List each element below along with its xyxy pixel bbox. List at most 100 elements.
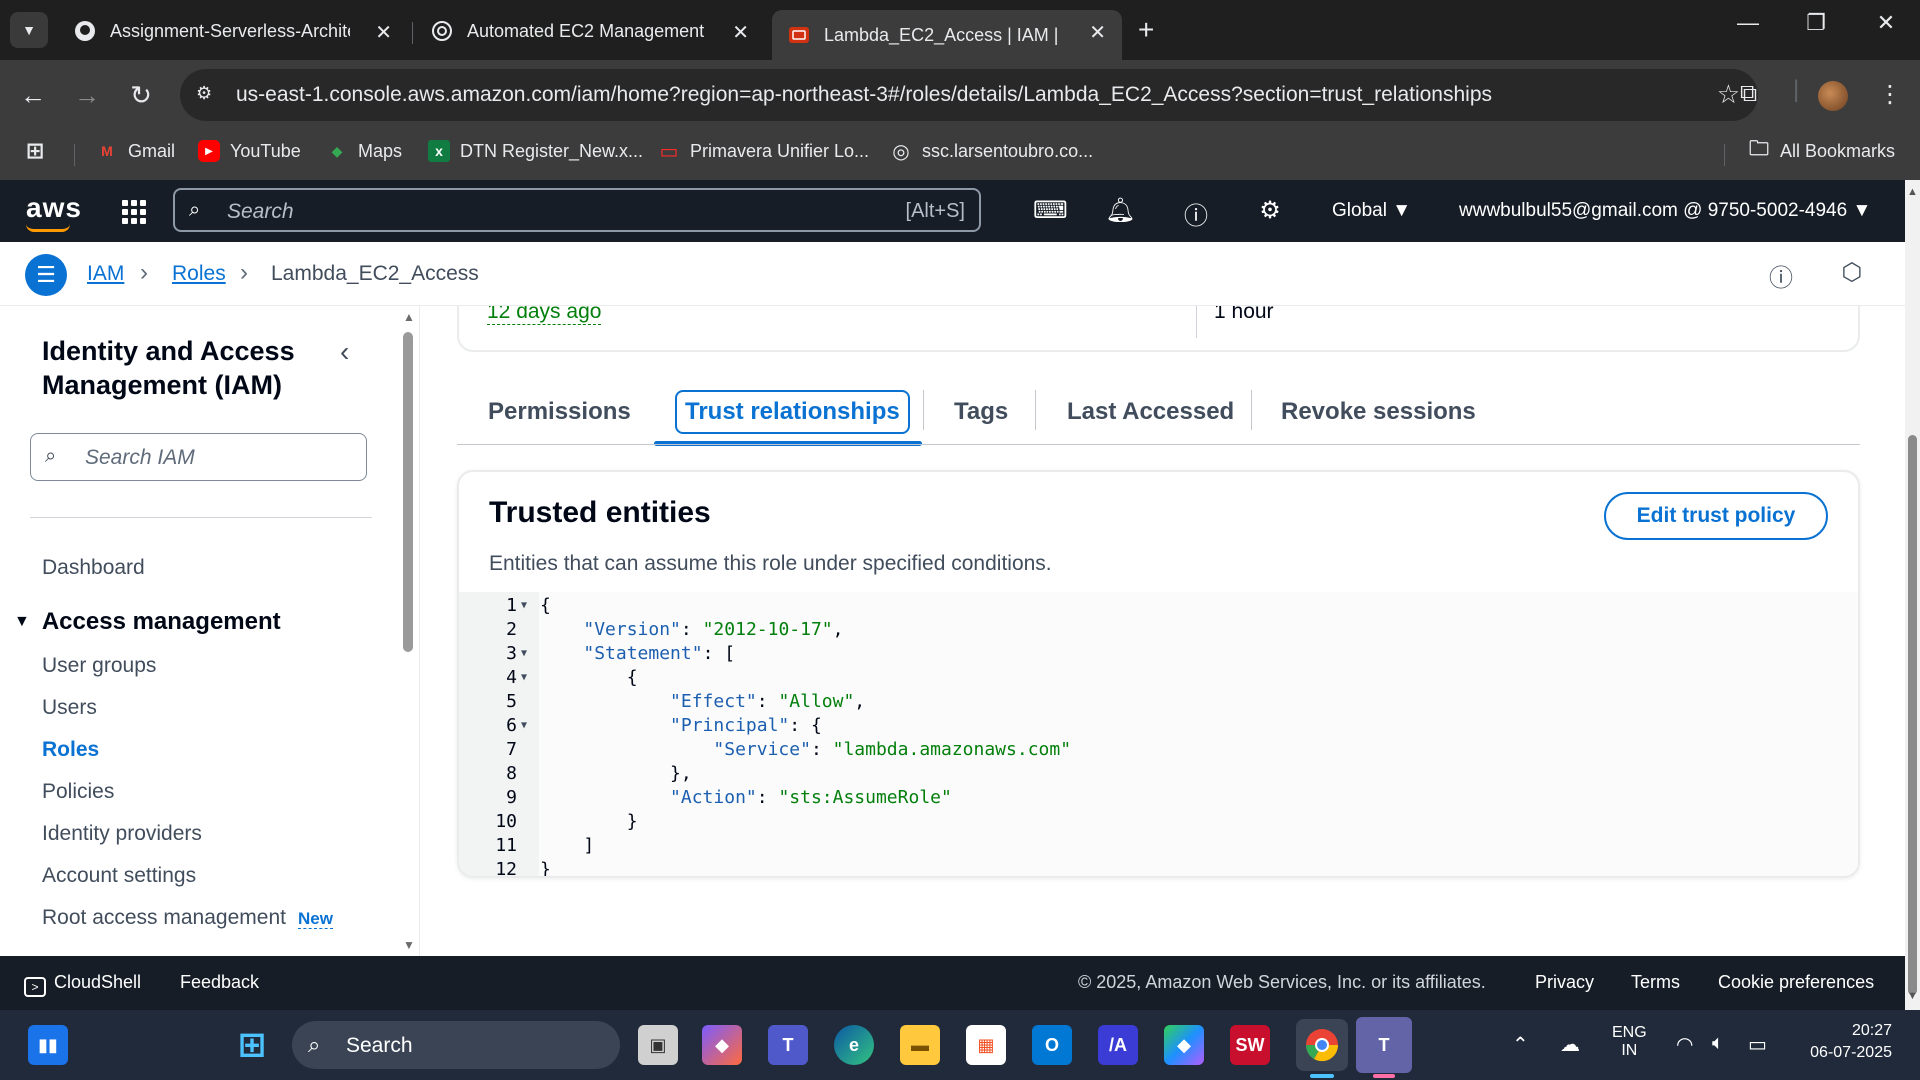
sidebar-item-dashboard[interactable]: Dashboard [42, 556, 145, 580]
widgets-icon[interactable]: ▮▮ [28, 1025, 68, 1065]
services-grid-icon[interactable] [122, 200, 146, 224]
hexagon-settings-icon[interactable]: ⬡ [1838, 258, 1866, 286]
edge-icon[interactable]: e [834, 1025, 874, 1065]
scroll-up-arrow-icon[interactable]: ▲ [403, 310, 415, 324]
minimize-icon[interactable]: — [1718, 10, 1778, 36]
language-indicator[interactable]: ENG IN [1612, 1024, 1647, 1060]
scrollbar-thumb[interactable] [403, 332, 413, 652]
site-info-icon[interactable]: ⚙ [196, 83, 212, 104]
browser-tab-iam-active[interactable]: Lambda_EC2_Access | IAM | Glo ✕ [772, 10, 1122, 60]
account-menu[interactable]: wwwbulbul55@gmail.com @ 9750-5002-4946 ▼ [1459, 200, 1871, 222]
sidebar-item-root-access-management[interactable]: Root access management New [42, 906, 333, 930]
access-management-section[interactable]: ▼ Access management [14, 608, 281, 636]
terms-link[interactable]: Terms [1631, 972, 1680, 993]
cloudshell-footer-button[interactable]: > CloudShell [24, 972, 141, 997]
bookmark-gmail[interactable]: M Gmail [96, 140, 175, 162]
wifi-icon[interactable]: ◠ [1676, 1032, 1693, 1057]
tab-trust-relationships[interactable]: Trust relationships [675, 390, 910, 434]
feedback-link[interactable]: Feedback [180, 972, 259, 993]
aws-logo[interactable]: aws [26, 192, 82, 232]
file-explorer-icon[interactable]: ▬ [900, 1025, 940, 1065]
reload-icon[interactable]: ↻ [126, 80, 156, 111]
info-icon[interactable]: ⓘ [1767, 258, 1795, 292]
bookmark-star-icon[interactable]: ☆ [1717, 79, 1740, 110]
bookmark-primavera[interactable]: ▭ Primavera Unifier Lo... [658, 140, 870, 163]
tab-permissions[interactable]: Permissions [488, 398, 631, 426]
sidebar-item-user-groups[interactable]: User groups [42, 654, 156, 678]
sidebar-item-identity-providers[interactable]: Identity providers [42, 822, 202, 846]
scrollbar-thumb[interactable] [1908, 435, 1917, 995]
tab-revoke-sessions[interactable]: Revoke sessions [1281, 398, 1476, 426]
tab-tags[interactable]: Tags [954, 398, 1008, 426]
clock[interactable]: 20:27 06-07-2025 [1796, 1022, 1892, 1062]
bookmark-ssc[interactable]: ◎ ssc.larsentoubro.co... [890, 140, 1093, 163]
sidebar-item-account-settings[interactable]: Account settings [42, 864, 196, 888]
forward-arrow-icon[interactable]: → [72, 80, 102, 111]
profile-avatar[interactable] [1818, 81, 1848, 111]
all-bookmarks[interactable]: 🗀 All Bookmarks [1748, 138, 1895, 162]
hamburger-menu-icon[interactable]: ☰ [25, 254, 67, 296]
collapse-chevron-left-icon[interactable]: ‹ [340, 336, 349, 368]
battery-icon[interactable]: ▭ [1748, 1032, 1767, 1057]
tab-search-chevron-icon[interactable]: ▼ [10, 12, 48, 48]
solidworks-icon[interactable]: SW [1230, 1025, 1270, 1065]
fold-caret-icon[interactable]: ▼ [521, 594, 527, 618]
scroll-down-arrow-icon[interactable]: ▼ [1907, 990, 1918, 1002]
editor-app-icon[interactable]: /A [1098, 1025, 1138, 1065]
back-arrow-icon[interactable]: ← [18, 80, 48, 111]
region-selector[interactable]: Global ▼ [1332, 200, 1411, 222]
trust-policy-code-viewer[interactable]: 1 ▼{2 "Version": "2012-10-17", 3 ▼ "Stateme… [459, 592, 1858, 876]
apps-grid-icon[interactable]: ⊞ [24, 138, 56, 163]
menu-kebab-icon[interactable]: ⋮ [1878, 80, 1902, 109]
copilot-icon[interactable]: ◆ [702, 1025, 742, 1065]
window-close-icon[interactable]: ✕ [1856, 10, 1916, 36]
address-bar[interactable]: ⚙ us-east-1.console.aws.amazon.com/iam/h… [180, 69, 1758, 121]
fold-caret-icon[interactable]: ▼ [521, 666, 527, 690]
bookmark-maps[interactable]: ◆ Maps [326, 140, 402, 162]
notifications-bell-icon[interactable]: 🔔︎ [1105, 196, 1135, 225]
page-scrollbar[interactable]: ▲ ▼ [1905, 180, 1920, 1010]
fold-caret-icon[interactable]: ▼ [521, 642, 527, 666]
restore-icon[interactable]: ❐ [1786, 10, 1846, 36]
browser-tab-github[interactable]: Assignment-Serverless-Architec ✕ [58, 10, 408, 52]
tab-last-accessed[interactable]: Last Accessed [1067, 398, 1234, 426]
settings-gear-icon[interactable]: ⚙ [1255, 196, 1285, 225]
tab-close-icon[interactable]: ✕ [375, 20, 392, 45]
search-iam-input[interactable]: ⌕ Search IAM [30, 433, 367, 481]
onedrive-icon[interactable]: ☁ [1560, 1032, 1580, 1057]
windows-start-icon[interactable]: ⊞ [232, 1025, 272, 1065]
sidebar-item-policies[interactable]: Policies [42, 780, 114, 804]
scroll-down-arrow-icon[interactable]: ▼ [403, 938, 415, 952]
bookmark-dtn-register[interactable]: x DTN Register_New.x... [428, 140, 643, 162]
tab-close-icon[interactable]: ✕ [1089, 20, 1106, 45]
edit-trust-policy-button[interactable]: Edit trust policy [1604, 492, 1828, 540]
breadcrumb-iam[interactable]: IAM [87, 262, 124, 286]
extensions-icon[interactable]: ⧉ [1740, 80, 1757, 108]
cloudshell-icon[interactable]: ⌨ [1033, 196, 1068, 225]
bookmark-youtube[interactable]: ▶ YouTube [198, 140, 301, 162]
microsoft-store-icon[interactable]: ▦ [966, 1025, 1006, 1065]
outlook-icon[interactable]: O [1032, 1025, 1072, 1065]
tab-close-icon[interactable]: ✕ [732, 20, 749, 45]
aws-search-input[interactable]: ⌕ Search [Alt+S] [173, 188, 981, 232]
privacy-link[interactable]: Privacy [1535, 972, 1594, 993]
chrome-icon[interactable] [1296, 1019, 1348, 1071]
cookie-preferences-link[interactable]: Cookie preferences [1718, 972, 1874, 993]
fold-caret-icon[interactable]: ▼ [521, 714, 527, 738]
m365-icon[interactable]: ◆ [1164, 1025, 1204, 1065]
chevron-up-icon[interactable]: ⌃ [1512, 1032, 1529, 1057]
url-text[interactable]: us-east-1.console.aws.amazon.com/iam/hom… [236, 83, 1492, 107]
breadcrumb-roles[interactable]: Roles [172, 262, 226, 286]
browser-tab-chatgpt[interactable]: Automated EC2 Management L ✕ [415, 10, 765, 52]
sidebar-item-roles[interactable]: Roles [42, 738, 99, 762]
task-view-icon[interactable]: ▣ [638, 1025, 678, 1065]
teams-icon[interactable]: T [768, 1025, 808, 1065]
taskbar-search[interactable]: ⌕ Search [292, 1021, 620, 1069]
teams-active-icon[interactable]: T [1356, 1017, 1412, 1073]
sidebar-item-users[interactable]: Users [42, 696, 97, 720]
new-tab-plus-icon[interactable]: + [1138, 14, 1154, 46]
volume-icon[interactable]: 🔈︎ [1712, 1032, 1724, 1055]
side-nav-scrollbar[interactable]: ▲ ▼ [400, 306, 416, 956]
scroll-up-arrow-icon[interactable]: ▲ [1907, 186, 1918, 198]
help-icon[interactable]: ⓘ [1181, 196, 1211, 231]
